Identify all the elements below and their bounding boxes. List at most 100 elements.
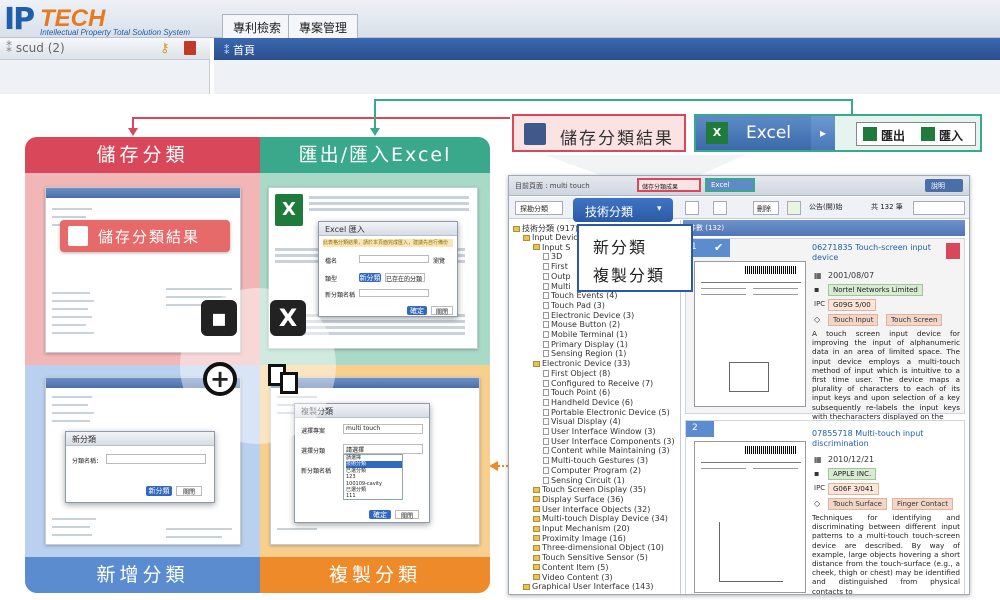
result-assignee: Nortel Networks Limited: [828, 284, 923, 296]
export-icon: [863, 127, 877, 141]
list-icon[interactable]: [713, 201, 727, 215]
result-tag[interactable]: Touch Input: [828, 314, 879, 326]
excel-existing-class-option[interactable]: 已存在的分類: [385, 273, 425, 283]
breadcrumb: 目前頁面 : multi touch: [515, 182, 590, 190]
export-arrow-icon[interactable]: [787, 201, 801, 215]
tree-item[interactable]: User Interface Objects (32): [533, 505, 650, 514]
save-class-result-button[interactable]: 儲存分類成果: [637, 178, 701, 192]
tree-item-label: User Interface Window (3): [551, 427, 656, 436]
add-dialog-name-input[interactable]: [106, 454, 206, 464]
option[interactable]: 111: [346, 493, 402, 499]
search-input[interactable]: [913, 201, 965, 215]
add-dialog-ok-button[interactable]: 新分類: [146, 486, 172, 496]
folder-icon: [533, 564, 540, 571]
tree-item-label: Electronic Device (33): [542, 359, 631, 369]
excel-newname-input[interactable]: [359, 289, 429, 297]
tree-item[interactable]: Visual Display (4): [543, 417, 621, 426]
tree-item[interactable]: 3D: [543, 252, 562, 261]
tree-item[interactable]: Touch Events (4): [543, 291, 617, 300]
export-menu-item[interactable]: 匯出: [881, 127, 905, 144]
tree-item[interactable]: Touch Screen Display (35): [533, 485, 646, 494]
patent-thumbnail-1[interactable]: [694, 261, 806, 407]
tree-item[interactable]: Electronic Device (33): [533, 359, 630, 368]
tree-item[interactable]: Multi-touch Gestures (3): [543, 456, 648, 465]
trash-icon[interactable]: [946, 243, 960, 259]
tree-item[interactable]: Handheld Device (6): [543, 398, 633, 407]
tree-item[interactable]: Portable Electronic Device (5): [543, 408, 670, 417]
tree-item[interactable]: Touch Point (6): [543, 388, 610, 397]
tree-item-label: Display Surface (36): [542, 494, 624, 504]
tree-item[interactable]: Graphical User Interface (143): [523, 582, 653, 591]
tree-item[interactable]: Input S: [533, 243, 570, 252]
result-tag[interactable]: Finger Contact: [892, 498, 953, 510]
tree-item[interactable]: Three-dimensional Object (10): [533, 543, 664, 552]
tree-item[interactable]: Electronic Device (3): [543, 311, 634, 320]
tree-item[interactable]: Outp: [543, 272, 571, 281]
ipc-label: IPC: [814, 484, 826, 492]
excel-new-class-option[interactable]: 新分類: [359, 273, 381, 282]
tree-item[interactable]: User Interface Window (3): [543, 427, 656, 436]
excel-callout-arrow[interactable]: ▸: [811, 116, 835, 150]
tree-item[interactable]: First Object (8): [543, 369, 610, 378]
announce-button[interactable]: 公告(開)始: [809, 202, 842, 212]
tree-item-label: Video Content (3): [542, 572, 613, 582]
tree-item[interactable]: Input Device: [523, 233, 583, 242]
add-dialog-cancel-button[interactable]: 關閉: [176, 486, 202, 496]
tree-item[interactable]: Multi: [543, 282, 571, 291]
result-tag[interactable]: Touch Screen: [886, 314, 943, 326]
result-card-2[interactable]: 2 07855718 Multi-touch input discriminat…: [685, 420, 965, 594]
tree-item-label: Configured to Receive (7): [551, 378, 654, 388]
mining-class-button[interactable]: 探勘分類: [515, 201, 563, 215]
tree-item[interactable]: First: [543, 262, 568, 271]
tree-item[interactable]: Mobile Terminal (1): [543, 330, 627, 339]
excel-callout-button[interactable]: X Excel: [696, 116, 811, 150]
save-result-callout-label: 儲存分類結果: [560, 129, 674, 149]
menu-copy-class[interactable]: 複製分類: [593, 262, 665, 286]
folder-icon: [533, 486, 540, 493]
tree-item-label: Multi-touch Gestures (3): [551, 456, 649, 466]
tree-item[interactable]: Computer Program (2): [543, 466, 641, 475]
import-menu-item[interactable]: 匯入: [939, 127, 963, 144]
tree-item[interactable]: Touch Pad (3): [543, 301, 605, 310]
tree-item[interactable]: Touch Sensitive Sensor (5): [533, 553, 648, 562]
tree-item[interactable]: Content while Maintaining (3): [543, 446, 670, 455]
excel-cancel-button[interactable]: 關閉: [431, 306, 453, 316]
tree-item[interactable]: Display Surface (36): [533, 495, 623, 504]
tree-item-label: Mouse Button (2): [551, 320, 621, 330]
tree-item[interactable]: User Interface Components (3): [543, 437, 675, 446]
save-result-callout[interactable]: 儲存分類結果: [512, 114, 686, 152]
excel-ok-button[interactable]: 確定: [407, 306, 427, 315]
copy-dialog-cancel-button[interactable]: 關閉: [395, 510, 419, 520]
excel-browse-button[interactable]: 瀏覽: [433, 256, 445, 265]
delete-button[interactable]: 刪除: [753, 201, 779, 215]
tree-item[interactable]: Input Mechanism (20): [533, 524, 630, 533]
floppy-icon: [68, 226, 88, 246]
tree-item[interactable]: Configured to Receive (7): [543, 379, 653, 388]
tree-item[interactable]: Content Item (5): [533, 563, 608, 572]
tree-view-icon[interactable]: [685, 201, 699, 215]
tree-item[interactable]: Sensing Region (1): [543, 349, 626, 358]
tree-item[interactable]: Video Content (3): [533, 573, 613, 582]
tree-item[interactable]: Mouse Button (2): [543, 320, 620, 329]
tree-item[interactable]: Proximity Image (16): [533, 534, 626, 543]
tech-class-dropdown[interactable]: 技術分類 ▾: [573, 198, 673, 222]
result-title[interactable]: 06271835 Touch-screen input device: [812, 243, 942, 263]
copy-dialog-project-select[interactable]: multi touch: [343, 424, 423, 434]
result-tag[interactable]: Touch Surface: [828, 498, 887, 510]
excel-dialog-title: Excel 匯入: [319, 222, 457, 236]
patent-thumbnail-2[interactable]: [694, 441, 806, 593]
result-card-1[interactable]: 1 ✔ 06271835 Touch-screen input device ▦…: [685, 238, 965, 421]
tree-item[interactable]: Multi-touch Display Device (34): [533, 514, 668, 523]
tree-item[interactable]: Sensing Circuit (1): [543, 476, 625, 485]
menu-new-class[interactable]: 新分類: [593, 234, 647, 258]
excel-button[interactable]: Excel: [705, 178, 755, 192]
tree-item-label: Outp: [551, 271, 571, 281]
check-icon[interactable]: ✔: [714, 241, 723, 254]
tree-item[interactable]: Primary Display (1): [543, 340, 628, 349]
copy-dialog-ok-button[interactable]: 確定: [369, 510, 391, 519]
excel-file-input[interactable]: [359, 255, 429, 263]
copy-dialog-class-select[interactable]: 請選擇: [343, 444, 423, 454]
help-button[interactable]: 說明: [925, 179, 963, 192]
save-result-overlay[interactable]: 儲存分類結果: [60, 220, 230, 252]
result-title[interactable]: 07855718 Multi-touch input discriminatio…: [812, 429, 952, 449]
